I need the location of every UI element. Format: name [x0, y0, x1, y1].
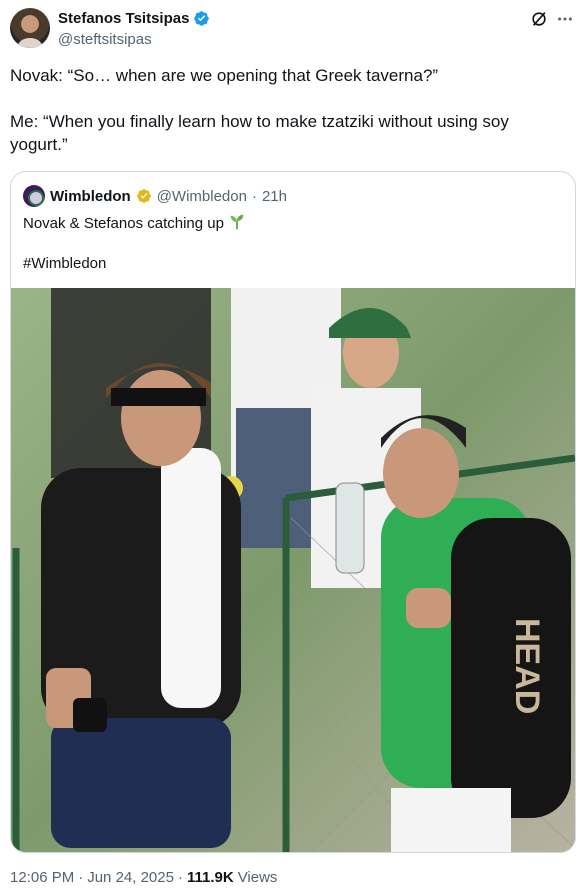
author-avatar[interactable] — [10, 8, 50, 48]
tweet-header: Stefanos Tsitsipas @steftsitsipas — [10, 8, 574, 50]
tweet-time[interactable]: 12:06 PM — [10, 869, 74, 886]
views-count[interactable]: 111.9K — [187, 869, 234, 886]
quoted-text: Novak & Stefanos catching up #Wimbledon — [23, 213, 563, 274]
svg-text:HEAD: HEAD — [508, 618, 546, 714]
quoted-time[interactable]: 21h — [262, 188, 287, 205]
tweet-line-2: Me: “When you finally learn how to make … — [10, 112, 509, 154]
author-display-name[interactable]: Stefanos Tsitsipas — [58, 10, 189, 27]
hashtag-link[interactable]: #Wimbledon — [23, 254, 563, 274]
quoted-tweet-card[interactable]: Wimbledon @Wimbledon · 21h Novak & Stefa… — [10, 171, 576, 853]
tweet-text: Novak: “So… when are we opening that Gre… — [10, 64, 570, 179]
quoted-separator: · — [251, 187, 257, 205]
tweet-date[interactable]: Jun 24, 2025 — [87, 869, 174, 886]
views-label: Views — [237, 869, 278, 886]
verified-badge-icon — [194, 11, 210, 26]
photo-two-tennis-players-icon: HEAD — [11, 288, 575, 852]
wimbledon-logo-icon — [23, 185, 45, 207]
more-icon[interactable] — [556, 10, 574, 28]
grok-icon[interactable] — [530, 10, 548, 28]
meta-separator-1: · — [78, 869, 84, 886]
author-name-row: Stefanos Tsitsipas — [58, 10, 210, 27]
quoted-display-name[interactable]: Wimbledon — [50, 188, 131, 205]
gold-verified-badge-icon — [136, 189, 151, 203]
author-handle[interactable]: @steftsitsipas — [58, 31, 152, 48]
meta-separator-2: · — [177, 869, 183, 886]
quoted-tweet-header: Wimbledon @Wimbledon · 21h — [23, 185, 287, 207]
tweet-line-1: Novak: “So… when are we opening that Gre… — [10, 66, 439, 85]
quoted-text-line: Novak & Stefanos catching up — [23, 215, 224, 232]
seedling-icon — [230, 214, 244, 230]
quoted-handle[interactable]: @Wimbledon — [157, 188, 247, 205]
quoted-photo[interactable]: HEAD — [11, 288, 575, 852]
tweet-meta: 12:06 PM · Jun 24, 2025 · 111.9K Views — [10, 869, 277, 886]
